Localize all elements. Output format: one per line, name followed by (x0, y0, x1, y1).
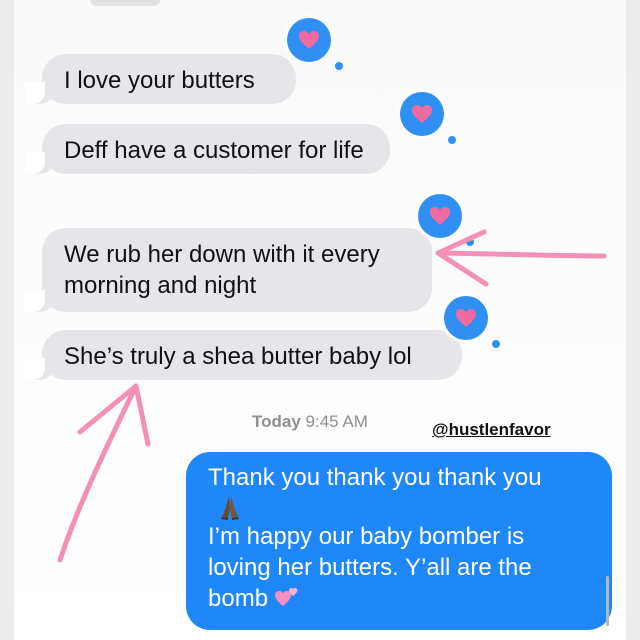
outgoing-message[interactable]: Thank you thank you thank you I’m happy … (186, 452, 612, 630)
message-text: She’s truly a shea butter baby lol (64, 343, 412, 370)
incoming-message[interactable]: Deff have a customer for life (25, 124, 390, 174)
message-text-fragment: bomb (208, 585, 269, 612)
folded-hands-emoji (221, 496, 239, 520)
heart-icon (299, 31, 319, 49)
scrollbar[interactable] (606, 576, 609, 626)
left-border (0, 0, 14, 640)
right-border (626, 0, 640, 640)
watermark-handle: @hustlenfavor (432, 420, 551, 439)
heart-reaction[interactable] (418, 194, 474, 246)
message-text-line: I’m happy our baby bomber is (208, 523, 525, 550)
message-text-line: loving her butters. Y’all are the (208, 554, 532, 581)
diagonal-arrow (57, 383, 151, 563)
previous-message-stub (90, 0, 160, 6)
message-text-line-final: bomb (208, 583, 590, 614)
heart-icon (456, 309, 476, 327)
heart-icon (412, 105, 432, 123)
bubble-tail (25, 290, 55, 312)
incoming-message[interactable]: She’s truly a shea butter baby lol (25, 330, 462, 380)
tapback-dot (448, 136, 456, 144)
heart-reaction[interactable] (444, 296, 500, 348)
heart-reaction[interactable] (287, 18, 343, 70)
bubble-tail (25, 82, 55, 104)
two-hearts-emoji (275, 588, 298, 606)
message-text-line: Thank you thank you thank you (208, 464, 542, 491)
timestamp-time: 9:45 AM (305, 412, 368, 431)
incoming-message[interactable]: We rub her down with it every morning an… (25, 228, 432, 312)
tapback-dot (466, 238, 474, 246)
incoming-message[interactable]: I love your butters (25, 54, 296, 104)
heart-icon (430, 207, 450, 225)
timestamp-day: Today (252, 412, 301, 431)
message-timestamp: Today 9:45 AM (252, 412, 368, 432)
bubble-tail (25, 152, 55, 174)
message-text: Deff have a customer for life (64, 137, 364, 164)
tapback-dot (492, 340, 500, 348)
message-text: I love your butters (64, 67, 255, 94)
tapback-dot (335, 62, 343, 70)
horizontal-arrow (435, 229, 607, 287)
message-text-line: We rub her down with it every (64, 241, 380, 268)
heart-reaction[interactable] (400, 92, 456, 144)
screenshot-frame: I love your butters Deff have a customer… (0, 0, 640, 640)
message-text-line: morning and night (64, 272, 257, 299)
bubble-tail (25, 358, 55, 380)
